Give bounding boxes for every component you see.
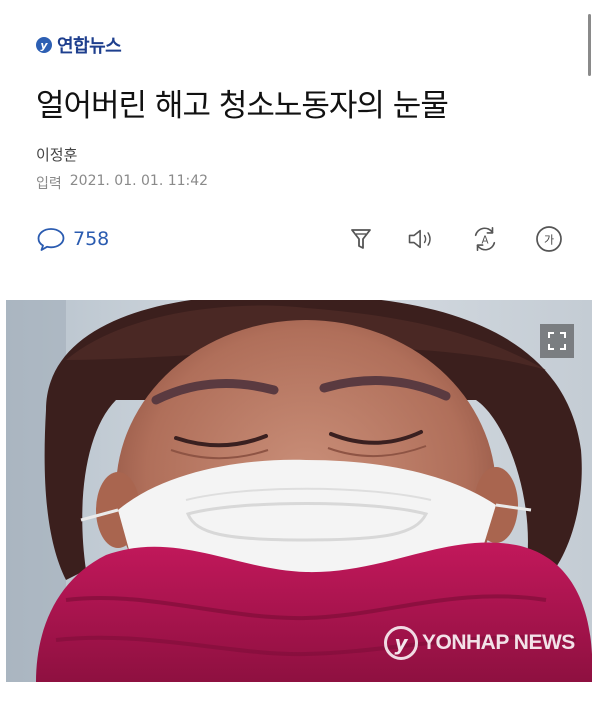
yonhap-logo-icon: y [36, 37, 52, 53]
article-photo[interactable]: y YONHAP NEWS [6, 300, 592, 682]
filter-icon [351, 229, 371, 249]
font-size-icon: 가 [536, 226, 562, 252]
translate-glyph: A [481, 235, 488, 247]
article-dateline: 입력 2021. 01. 01. 11:42 [36, 173, 208, 193]
comment-icon [37, 228, 65, 251]
speaker-icon [408, 229, 431, 249]
font-size-button[interactable]: 가 [534, 224, 564, 254]
translate-icon: A [474, 226, 496, 252]
comment-button[interactable]: 758 [36, 226, 109, 252]
filter-button[interactable] [346, 224, 376, 254]
comment-count: 758 [73, 228, 110, 250]
expand-icon [548, 332, 566, 350]
date-value: 2021. 01. 01. 11:42 [69, 173, 209, 189]
photo-image [6, 300, 592, 682]
date-label: 입력 [36, 176, 62, 192]
article-author[interactable]: 이정훈 [36, 144, 77, 165]
translate-button[interactable]: A [470, 224, 500, 254]
brand-name: 연합뉴스 [57, 36, 122, 57]
brand-logo[interactable]: y 연합뉴스 [36, 32, 122, 58]
listen-button[interactable] [406, 224, 436, 254]
article-toolbar: 758 A 가 [0, 222, 600, 258]
font-size-glyph: 가 [544, 234, 554, 247]
expand-button[interactable] [540, 324, 574, 358]
watermark-text: YONHAP NEWS [422, 631, 575, 654]
yonhap-watermark-icon: y [384, 626, 418, 660]
scrollbar[interactable] [588, 14, 591, 76]
photo-watermark: y YONHAP NEWS [384, 626, 575, 660]
article-headline: 얼어버린 해고 청소노동자의 눈물 [36, 88, 449, 124]
